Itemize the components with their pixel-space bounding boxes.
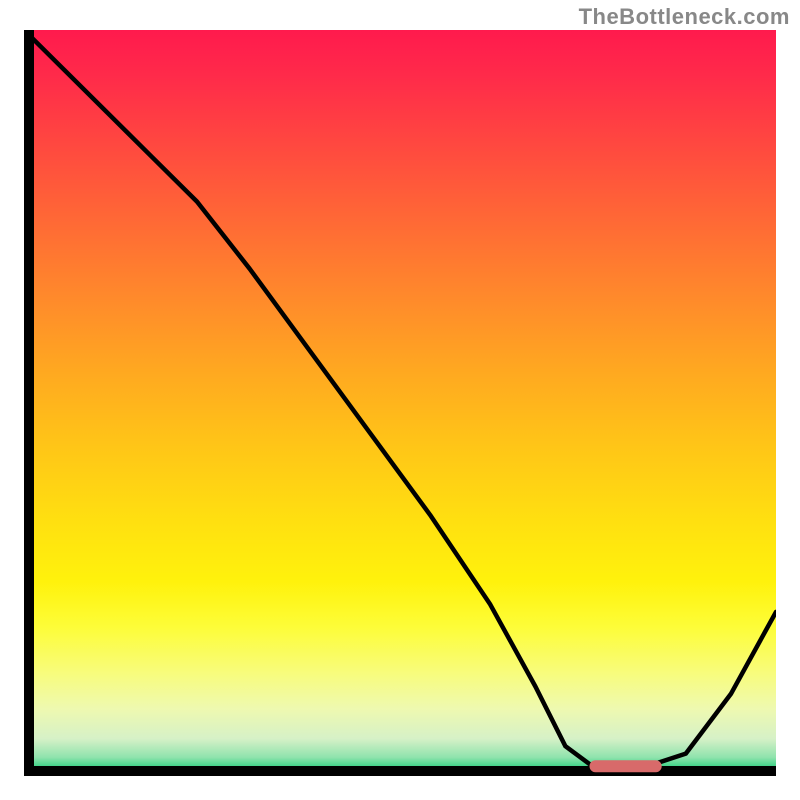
bottleneck-curve [24,30,776,769]
plot-area [24,30,776,776]
watermark-text: TheBottleneck.com [579,4,790,30]
chart-svg [24,30,776,776]
chart-container: TheBottleneck.com [0,0,800,800]
